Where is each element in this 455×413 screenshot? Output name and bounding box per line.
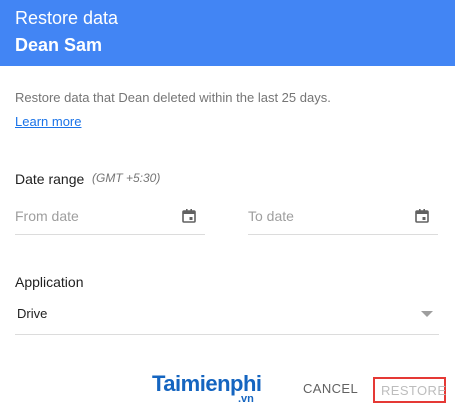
date-range-label: Date range	[15, 171, 85, 187]
dialog-header: Restore data Dean Sam	[0, 0, 455, 66]
watermark-logo: Taimienphi .vn	[152, 371, 292, 407]
application-select[interactable]: Drive	[15, 298, 439, 335]
restore-description: Restore data that Dean deleted within th…	[15, 90, 331, 105]
calendar-icon[interactable]	[181, 208, 197, 224]
restore-button-label: RESTORE	[381, 383, 447, 398]
dialog-title: Restore data	[15, 8, 119, 28]
restore-button[interactable]: RESTORE	[373, 377, 446, 403]
to-date-placeholder: To date	[248, 208, 294, 224]
application-label: Application	[15, 274, 84, 290]
dropdown-arrow-icon[interactable]	[421, 311, 433, 317]
learn-more-link[interactable]: Learn more	[15, 114, 81, 129]
from-date-field[interactable]: From date	[15, 200, 205, 235]
watermark-tld: .vn	[238, 393, 254, 405]
cancel-button[interactable]: CANCEL	[303, 381, 358, 396]
timezone-label: (GMT +5:30)	[92, 171, 161, 185]
from-date-placeholder: From date	[15, 208, 79, 224]
to-date-field[interactable]: To date	[248, 200, 438, 235]
user-name: Dean Sam	[15, 35, 103, 55]
calendar-icon[interactable]	[414, 208, 430, 224]
application-selected-value: Drive	[17, 306, 48, 321]
